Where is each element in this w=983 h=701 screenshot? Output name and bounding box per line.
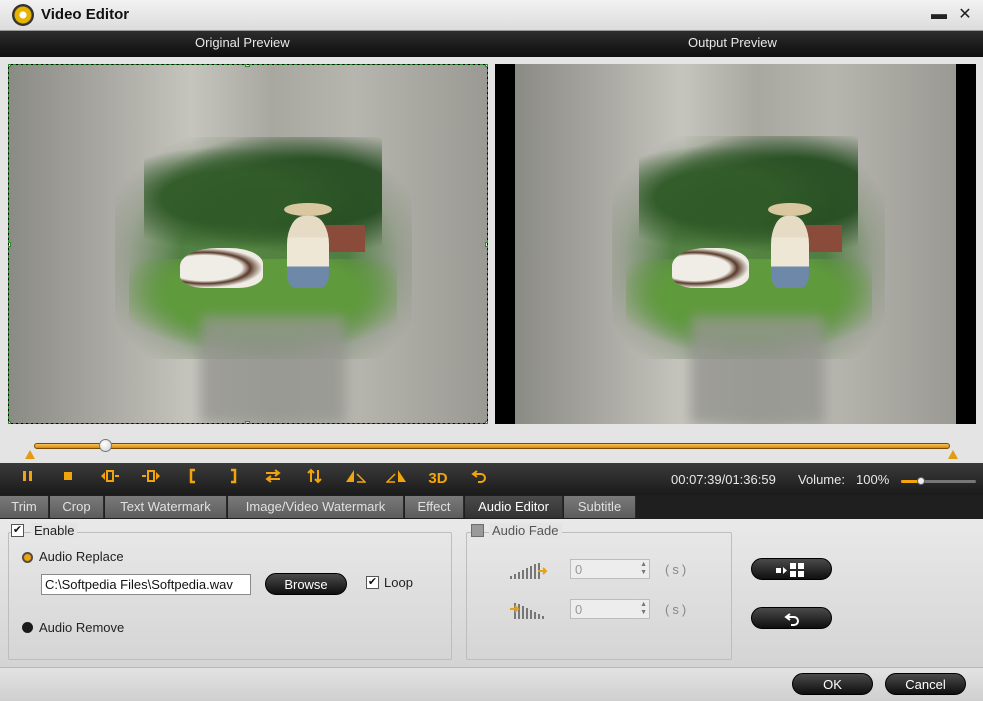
audio-file-path-input[interactable]: C:\Softpedia Files\Softpedia.wav — [41, 574, 251, 595]
dialog-footer: OK Cancel — [0, 667, 983, 701]
audio-remove-label: Audio Remove — [39, 620, 125, 635]
undo-icon[interactable] — [467, 468, 491, 490]
crop-handle-bottom[interactable] — [245, 421, 250, 423]
tab-subtitle[interactable]: Subtitle — [564, 496, 636, 518]
fade-in-icon — [510, 563, 548, 579]
fade-out-unit: (s) — [665, 602, 690, 617]
apply-to-all-button[interactable] — [751, 558, 832, 580]
next-frame-icon[interactable] — [139, 468, 163, 490]
stop-icon[interactable] — [56, 468, 80, 490]
tab-trim[interactable]: Trim — [0, 496, 49, 518]
tab-audio-editor[interactable]: Audio Editor — [465, 496, 563, 518]
fade-out-spinbox[interactable]: 0 ▲ ▼ — [570, 599, 650, 619]
trim-end-marker[interactable] — [948, 450, 958, 459]
playback-toolbar: 3D 00:07:39/01:36:59 Volume: 100% — [0, 463, 983, 495]
fade-out-value: 0 — [575, 602, 583, 617]
crop-handle-top[interactable] — [245, 65, 250, 67]
audio-fade-label: Audio Fade — [489, 523, 562, 538]
spin-arrows-icon[interactable]: ▲ ▼ — [640, 601, 647, 617]
crop-handle-bottom-left[interactable] — [9, 421, 11, 423]
ok-button[interactable]: OK — [792, 673, 873, 695]
flip-vertical-icon[interactable] — [303, 468, 327, 490]
crop-handle-top-right[interactable] — [485, 65, 487, 67]
rotate-right-icon[interactable] — [385, 468, 409, 490]
audio-replace-label: Audio Replace — [39, 549, 124, 564]
crop-handle-right[interactable] — [485, 242, 487, 247]
output-preview-label: Output Preview — [688, 35, 777, 50]
audio-editor-panel: ✔ Enable Audio Replace C:\Softpedia File… — [0, 519, 983, 667]
loop-checkbox[interactable]: ✔ — [366, 576, 379, 589]
fade-in-spinbox[interactable]: 0 ▲ ▼ — [570, 559, 650, 579]
timeline-track[interactable] — [34, 443, 950, 449]
original-video-frame — [9, 65, 487, 423]
volume-slider[interactable] — [901, 477, 976, 485]
audio-remove-radio[interactable] — [22, 622, 33, 633]
crop-handle-bottom-right[interactable] — [485, 421, 487, 423]
audio-fade-checkbox[interactable] — [471, 524, 484, 537]
timeline — [0, 427, 983, 463]
timeline-playhead-handle[interactable] — [99, 439, 113, 452]
fade-in-value: 0 — [575, 562, 583, 577]
preview-area — [0, 57, 983, 427]
enable-label: Enable — [31, 523, 78, 538]
minimize-button[interactable]: ▬ — [930, 6, 948, 24]
set-start-icon[interactable] — [181, 468, 205, 490]
scene-blur — [201, 315, 345, 423]
original-preview-pane[interactable] — [8, 64, 488, 424]
scene-dog — [180, 247, 264, 288]
previous-frame-icon[interactable] — [98, 468, 122, 490]
rotate-left-icon[interactable] — [343, 468, 367, 490]
cancel-button[interactable]: Cancel — [885, 673, 966, 695]
preview-header: Original Preview Output Preview — [0, 31, 983, 57]
output-preview-pane — [495, 64, 976, 424]
reset-button[interactable] — [751, 607, 832, 629]
trim-start-marker[interactable] — [25, 450, 35, 459]
volume-label: Volume: — [798, 472, 845, 487]
scene-dog — [672, 247, 749, 288]
crop-handle-top-left[interactable] — [9, 65, 11, 67]
app-disc-icon — [12, 4, 34, 26]
loop-label: Loop — [384, 575, 413, 590]
volume-knob[interactable] — [916, 477, 925, 485]
apply-to-all-icon — [775, 563, 804, 577]
scene-woman — [770, 216, 809, 288]
enable-checkbox[interactable]: ✔ — [11, 524, 24, 537]
tab-text-watermark[interactable]: Text Watermark — [105, 496, 227, 518]
time-readout: 00:07:39/01:36:59 — [671, 472, 776, 487]
3d-icon[interactable]: 3D — [424, 468, 452, 490]
output-video-frame — [515, 64, 956, 424]
scene-blur — [691, 316, 824, 424]
volume-value: 100% — [856, 472, 890, 487]
editor-tabs: Trim Crop Text Watermark Image/Video Wat… — [0, 495, 983, 519]
fade-in-unit: (s) — [665, 562, 690, 577]
flip-horizontal-icon[interactable] — [261, 468, 285, 490]
set-end-icon[interactable] — [221, 468, 245, 490]
close-button[interactable]: ✕ — [956, 6, 974, 24]
title-bar: Video Editor ▬ ✕ — [0, 0, 983, 31]
reset-undo-icon — [783, 613, 799, 626]
crop-handle-left[interactable] — [9, 242, 11, 247]
audio-fade-group — [466, 532, 732, 660]
tab-image-video-watermark[interactable]: Image/Video Watermark — [228, 496, 404, 518]
original-preview-label: Original Preview — [195, 35, 290, 50]
fade-out-icon — [510, 603, 544, 619]
pause-icon[interactable] — [16, 468, 40, 490]
window-title: Video Editor — [41, 6, 130, 23]
scene-woman — [287, 216, 329, 288]
spin-arrows-icon[interactable]: ▲ ▼ — [640, 561, 647, 577]
audio-replace-radio[interactable] — [22, 552, 33, 563]
tab-crop[interactable]: Crop — [50, 496, 104, 518]
tab-effect[interactable]: Effect — [405, 496, 464, 518]
browse-button[interactable]: Browse — [265, 573, 347, 595]
